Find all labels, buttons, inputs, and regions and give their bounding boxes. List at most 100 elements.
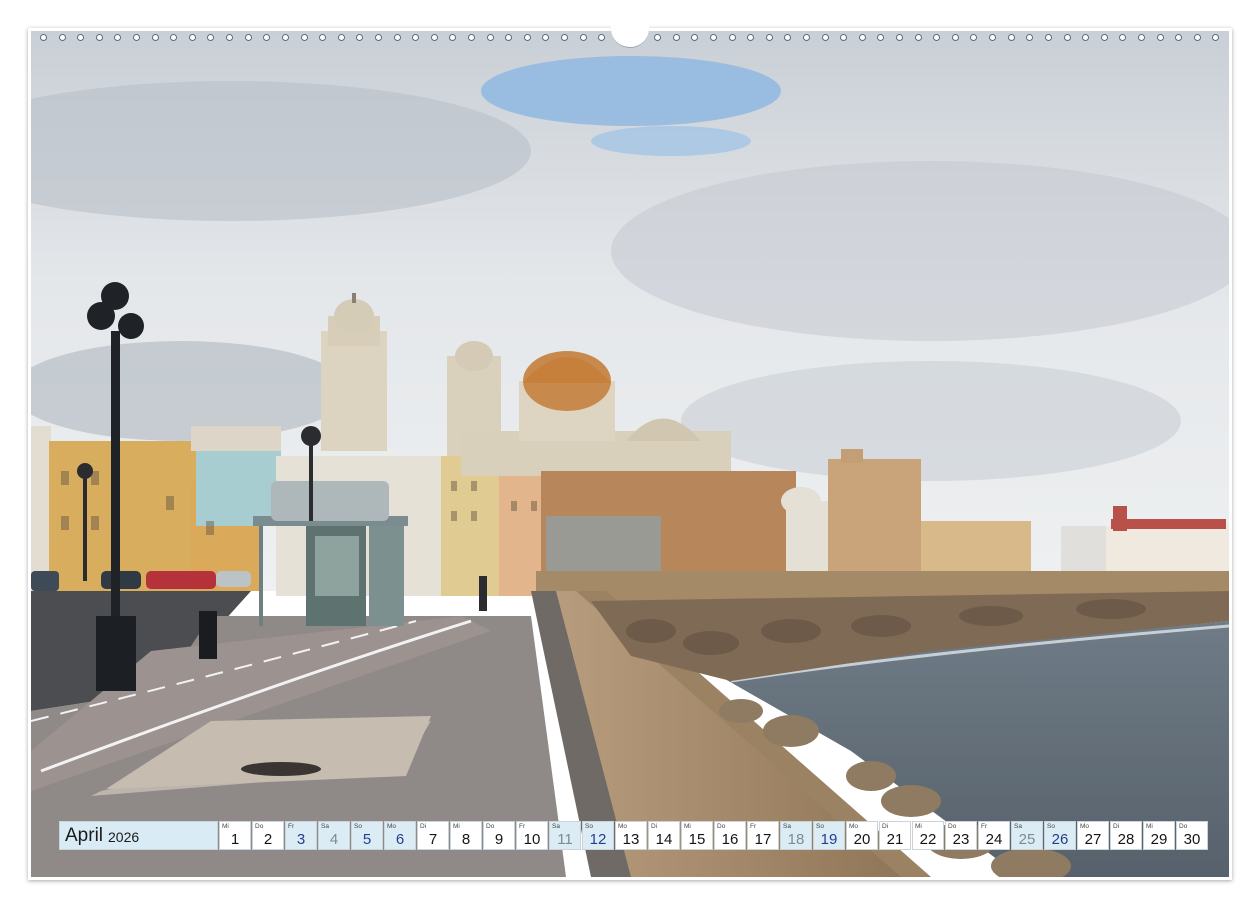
day-cell: Do 23 xyxy=(945,821,977,850)
weekday-abbrev: So xyxy=(1047,823,1055,830)
day-number: 13 xyxy=(622,831,640,848)
day-number: 30 xyxy=(1183,831,1201,848)
day-number: 25 xyxy=(1018,831,1036,848)
binding-hole xyxy=(449,33,457,41)
binding-hole xyxy=(263,33,271,41)
binding-hole xyxy=(468,33,476,41)
day-cell: So 19 xyxy=(813,821,845,850)
month-year: 2026 xyxy=(108,829,140,845)
weekday-abbrev: Mi xyxy=(1146,823,1153,830)
binding-hole xyxy=(989,33,997,41)
binding-hole xyxy=(1063,33,1071,41)
weekday-abbrev: Fr xyxy=(519,823,526,830)
binding-hole xyxy=(561,33,569,41)
day-number: 2 xyxy=(263,831,273,848)
binding-hole xyxy=(672,33,680,41)
day-number: 10 xyxy=(523,831,541,848)
weekday-abbrev: Sa xyxy=(1014,823,1022,830)
binding-hole xyxy=(784,33,792,41)
day-cell: Do 16 xyxy=(714,821,746,850)
day-cell: So 12 xyxy=(582,821,614,850)
binding-hole xyxy=(393,33,401,41)
day-number: 8 xyxy=(461,831,471,848)
binding-hole xyxy=(281,33,289,41)
weekday-abbrev: Sa xyxy=(552,823,560,830)
day-number: 21 xyxy=(886,831,904,848)
day-cells: Mi 1 Do 2 Fr 3 Sa 4 So 5 Mo 6 Di 7 Mi 8 Do 9 Fr 10 Sa 11 So 12 M… xyxy=(219,821,1208,850)
binding-hole xyxy=(337,33,345,41)
binding-hole xyxy=(1082,33,1090,41)
month-name: April xyxy=(65,824,104,846)
binding-hole xyxy=(654,33,662,41)
binding-hole xyxy=(356,33,364,41)
binding-hole xyxy=(523,33,531,41)
day-number: 18 xyxy=(787,831,805,848)
binding-hole xyxy=(1137,33,1145,41)
day-number: 22 xyxy=(919,831,937,848)
weekday-abbrev: Do xyxy=(255,823,264,830)
day-cell: Mo 20 xyxy=(846,821,878,850)
binding-hole xyxy=(1193,33,1201,41)
binding-hole xyxy=(970,33,978,41)
weekday-abbrev: Di xyxy=(882,823,889,830)
day-cell: Sa 18 xyxy=(780,821,812,850)
day-cell: So 26 xyxy=(1044,821,1076,850)
weekday-abbrev: Fr xyxy=(288,823,295,830)
binding-hole xyxy=(933,33,941,41)
day-number: 23 xyxy=(952,831,970,848)
day-number: 29 xyxy=(1150,831,1168,848)
binding-hole xyxy=(374,33,382,41)
weekday-abbrev: Do xyxy=(486,823,495,830)
day-number: 28 xyxy=(1117,831,1135,848)
day-cell: Di 7 xyxy=(417,821,449,850)
day-cell: Di 28 xyxy=(1110,821,1142,850)
day-cell: Di 14 xyxy=(648,821,680,850)
day-cell: Mi 8 xyxy=(450,821,482,850)
weekday-abbrev: Fr xyxy=(981,823,988,830)
day-cell: Mo 27 xyxy=(1077,821,1109,850)
binding-hole xyxy=(1156,33,1164,41)
day-number: 20 xyxy=(853,831,871,848)
binding-hole xyxy=(319,33,327,41)
weekday-abbrev: Do xyxy=(717,823,726,830)
weekday-abbrev: Sa xyxy=(783,823,791,830)
binding-hole xyxy=(430,33,438,41)
binding-hole xyxy=(58,33,66,41)
day-cell: Do 30 xyxy=(1176,821,1208,850)
day-number: 14 xyxy=(655,831,673,848)
day-cell: Do 9 xyxy=(483,821,515,850)
binding-hole xyxy=(1212,33,1220,41)
binding-hole xyxy=(840,33,848,41)
binding-hole xyxy=(802,33,810,41)
weekday-abbrev: Mi xyxy=(222,823,229,830)
binding-hole xyxy=(691,33,699,41)
weekday-abbrev: Mo xyxy=(618,823,628,830)
day-number: 15 xyxy=(688,831,706,848)
binding-hole xyxy=(170,33,178,41)
binding-hole xyxy=(1175,33,1183,41)
day-cell: Fr 10 xyxy=(516,821,548,850)
binding-hole xyxy=(300,33,308,41)
day-number: 27 xyxy=(1084,831,1102,848)
day-number: 1 xyxy=(230,831,240,848)
day-number: 6 xyxy=(395,831,405,848)
binding-hole xyxy=(151,33,159,41)
day-cell: Mo 6 xyxy=(384,821,416,850)
month-label: April 2026 xyxy=(59,821,218,850)
day-cell: Mi 22 xyxy=(912,821,944,850)
binding-hole xyxy=(1026,33,1034,41)
day-number: 5 xyxy=(362,831,372,848)
binding-hole xyxy=(1044,33,1052,41)
weekday-abbrev: So xyxy=(354,823,362,830)
weekday-abbrev: Mi xyxy=(915,823,922,830)
day-cell: Fr 24 xyxy=(978,821,1010,850)
binding-hole xyxy=(709,33,717,41)
binding-hole xyxy=(1007,33,1015,41)
binding-hole xyxy=(133,33,141,41)
day-cell: Sa 4 xyxy=(318,821,350,850)
binding-hole xyxy=(858,33,866,41)
day-number: 3 xyxy=(296,831,306,848)
binding-hole xyxy=(188,33,196,41)
day-cell: Fr 3 xyxy=(285,821,317,850)
day-cell: Mi 15 xyxy=(681,821,713,850)
